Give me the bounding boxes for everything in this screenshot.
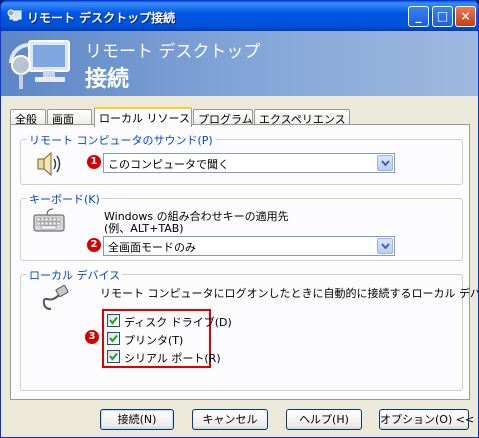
keyboard-dropdown[interactable]: 全画面モードのみ	[103, 236, 395, 256]
title-bar[interactable]: リモート デスクトップ接続 _ □ ×	[1, 1, 478, 31]
chevron-down-icon[interactable]	[377, 238, 393, 254]
serial-ports-checkbox[interactable]: シリアル ポート(R)	[107, 349, 221, 365]
sound-group: リモート コンピュータのサウンド(P) 1 このコンピュータで聞く	[20, 132, 463, 185]
printers-checkbox[interactable]: プリンタ(T)	[107, 331, 208, 347]
banner-line1: リモート デスクトップ	[85, 42, 261, 62]
local-devices-legend: ローカル デバイス	[27, 267, 123, 283]
sound-dropdown[interactable]: このコンピュータで聞く	[103, 153, 395, 173]
window-title: リモート デスクトップ接続	[27, 11, 176, 25]
banner: リモート デスクトップ 接続	[1, 31, 478, 96]
options-button[interactable]: オプション(O) <<	[379, 409, 474, 430]
connect-button[interactable]: 接続(N)	[100, 409, 174, 430]
checkbox-checked-icon[interactable]	[107, 350, 120, 363]
keyboard-desc-line2: (例、ALT+TAB)	[104, 222, 184, 235]
disk-drives-label: ディスク ドライブ(D)	[124, 316, 232, 329]
keyboard-callout-badge: 2	[87, 238, 101, 252]
remote-desktop-app-icon	[7, 9, 22, 21]
chevron-down-icon[interactable]	[377, 155, 393, 171]
close-button[interactable]: ×	[455, 6, 476, 27]
device-plug-icon	[42, 285, 69, 310]
tab-panel: リモート コンピュータのサウンド(P) 1 このコンピュータで聞く キーボード(…	[10, 124, 478, 400]
checkbox-checked-icon[interactable]	[107, 314, 120, 327]
remote-desktop-logo-icon	[9, 40, 70, 89]
banner-line2: 接続	[85, 67, 130, 92]
tab-local-resources[interactable]: ローカル リソース	[94, 107, 192, 127]
local-devices-group: ローカル デバイス リモート コンピュータにログオンしたときに自動的に接続するロ…	[20, 267, 478, 391]
keyboard-group: キーボード(K) Windows の組み合わせキーの適用先 (例、ALT+TAB…	[20, 191, 463, 261]
local-devices-callout-badge: 3	[85, 330, 99, 344]
disk-drives-checkbox[interactable]: ディスク ドライブ(D)	[107, 313, 232, 329]
close-icon: ×	[460, 9, 471, 23]
keyboard-legend: キーボード(K)	[27, 191, 102, 207]
sound-legend: リモート コンピュータのサウンド(P)	[27, 132, 215, 148]
minimize-button[interactable]: _	[408, 6, 429, 27]
keyboard-selected-value: 全画面モードのみ	[108, 241, 196, 254]
maximize-button[interactable]: □	[432, 6, 453, 27]
speaker-icon	[37, 151, 61, 177]
checkbox-checked-icon[interactable]	[107, 332, 120, 345]
maximize-icon: □	[436, 9, 449, 23]
keyboard-icon	[33, 208, 65, 232]
printers-label: プリンタ(T)	[124, 334, 184, 347]
cancel-button[interactable]: キャンセル	[192, 409, 268, 430]
help-button[interactable]: ヘルプ(H)	[286, 409, 362, 430]
local-devices-desc: リモート コンピュータにログオンしたときに自動的に接続するローカル デバイス:	[100, 287, 479, 300]
sound-callout-badge: 1	[87, 155, 101, 169]
serial-ports-label: シリアル ポート(R)	[124, 352, 221, 365]
sound-selected-value: このコンピュータで聞く	[108, 158, 229, 171]
remote-desktop-window: リモート デスクトップ接続 _ □ × リモート デスクトップ 接続 全般 画面	[0, 0, 479, 438]
minimize-icon: _	[415, 9, 422, 23]
device-checkbox-highlight: ディスク ドライブ(D) プリンタ(T) シリアル ポート(R)	[102, 309, 232, 368]
